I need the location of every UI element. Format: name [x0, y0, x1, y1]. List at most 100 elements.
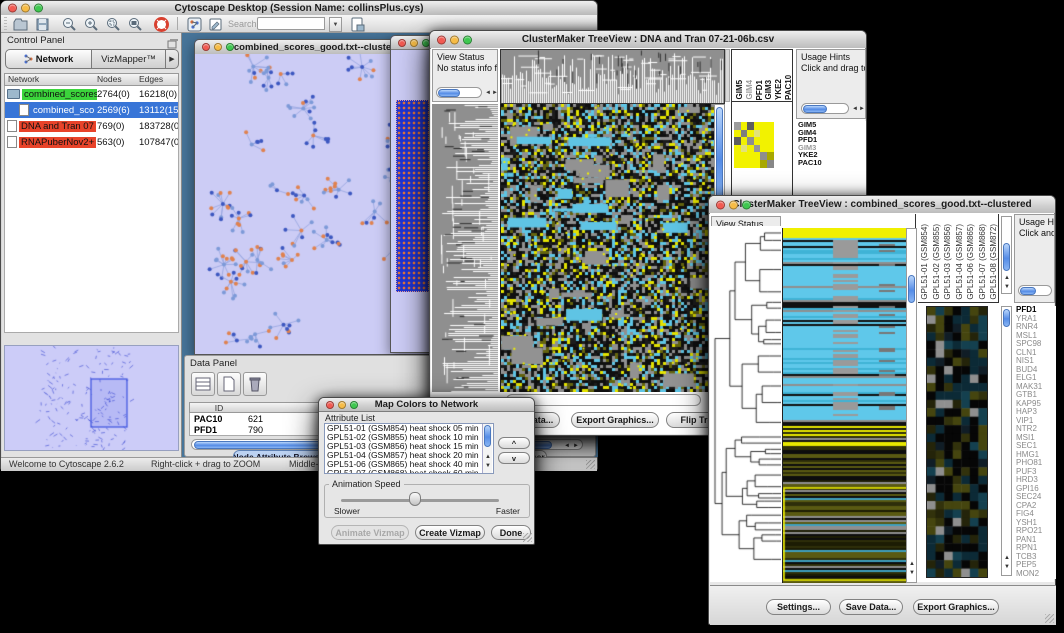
heatmap-cell[interactable] — [760, 145, 767, 153]
gene-label[interactable]: VIP1 — [1016, 417, 1056, 426]
column-label[interactable]: GIM5 — [735, 80, 743, 100]
gene-label[interactable]: RNR4 — [1016, 323, 1056, 332]
list-item[interactable]: GPL51-01 (GSM854) heat shock 05 min — [325, 424, 493, 433]
tv1-export-graphics-button[interactable]: Export Graphics... — [571, 412, 659, 428]
heatmap-cell[interactable] — [741, 145, 748, 153]
resize-grip[interactable] — [586, 460, 595, 469]
network-overview-panel[interactable] — [4, 345, 179, 451]
speed-slider-thumb[interactable] — [409, 492, 421, 506]
gene-label[interactable]: PAN1 — [1016, 536, 1056, 545]
list-item[interactable]: GPL51-07 (GSM868) heat shock 60 min — [325, 469, 493, 474]
usage-hints-scrollbar[interactable] — [801, 103, 849, 114]
tv2-global-vscrollbar[interactable]: ▲ ▼ — [906, 228, 917, 583]
heatmap-cell[interactable] — [747, 160, 754, 168]
scroll-right-icon[interactable]: ► — [492, 90, 498, 96]
column-label[interactable]: GPL51-03 (GSM856) — [943, 224, 952, 300]
gene-label[interactable]: SPC98 — [1016, 340, 1056, 349]
tv2-row-dendrogram[interactable] — [711, 226, 781, 578]
heatmap-cell[interactable] — [760, 130, 767, 138]
gene-label[interactable]: CPA2 — [1016, 502, 1056, 511]
list-item[interactable]: GPL51-02 (GSM855) heat shock 10 min — [325, 433, 493, 442]
zoom-window-icon[interactable] — [350, 401, 358, 409]
heatmap-cell[interactable] — [734, 152, 741, 160]
heatmap-cell[interactable] — [754, 160, 761, 168]
minimize-icon[interactable] — [21, 4, 30, 13]
new-attribute-icon[interactable] — [217, 372, 241, 396]
tv2-title-bar[interactable]: ClusterMaker TreeView : combined_scores_… — [709, 196, 1055, 214]
scroll-up-icon[interactable]: ▲ — [1004, 555, 1010, 561]
zoom-in-icon[interactable] — [83, 16, 100, 33]
heatmap-cell[interactable] — [767, 152, 774, 160]
heatmap-cell[interactable] — [760, 122, 767, 130]
gene-label[interactable]: RPO21 — [1016, 527, 1056, 536]
heatmap-cell[interactable] — [754, 130, 761, 138]
dense-network-block[interactable] — [396, 100, 429, 292]
network-tree-row[interactable]: DNA and Tran 07769(0)183728(0) — [5, 118, 178, 134]
resize-grip[interactable] — [523, 533, 532, 542]
scroll-down-icon[interactable]: ▼ — [909, 570, 915, 576]
usage-hints-scrollbar[interactable] — [1018, 285, 1052, 296]
minimize-icon[interactable] — [214, 43, 222, 51]
column-label[interactable]: PAC10 — [784, 75, 792, 100]
gene-label[interactable]: NTR2 — [1016, 425, 1056, 434]
minimize-icon[interactable] — [450, 35, 459, 44]
close-icon[interactable] — [8, 4, 17, 13]
network-tree-row[interactable]: RNAPuberNov2+563(0)107847(0) — [5, 134, 178, 150]
heatmap-cell[interactable] — [734, 160, 741, 168]
gene-label[interactable]: HMG1 — [1016, 451, 1056, 460]
gene-label[interactable]: SEC24 — [1016, 493, 1056, 502]
gene-label[interactable]: RPN1 — [1016, 544, 1056, 553]
gene-label[interactable]: HRD3 — [1016, 476, 1056, 485]
column-label[interactable]: PFD1 — [755, 80, 763, 100]
gene-label[interactable]: PUF3 — [1016, 468, 1056, 477]
gene-label[interactable]: PEP5 — [1016, 561, 1056, 570]
tv1-title-bar[interactable]: ClusterMaker TreeView : DNA and Tran 07-… — [430, 31, 866, 49]
scroll-left-icon[interactable]: ◄ — [564, 443, 570, 449]
minimize-icon[interactable] — [410, 39, 418, 47]
gene-label[interactable]: CLN1 — [1016, 349, 1056, 358]
move-up-button[interactable]: ^ — [498, 437, 530, 449]
gene-label[interactable]: GTB1 — [1016, 391, 1056, 400]
gene-label[interactable]: MAK31 — [1016, 383, 1056, 392]
heatmap-cell[interactable] — [734, 122, 741, 130]
gene-label[interactable]: TCB3 — [1016, 553, 1056, 562]
list-item[interactable]: GPL51-04 (GSM857) heat shock 20 min — [325, 451, 493, 460]
zoom-selected-icon[interactable] — [105, 16, 122, 33]
tab-overflow-icon[interactable]: ▶ — [166, 49, 179, 69]
gene-label[interactable]: MON2 — [1016, 570, 1056, 579]
heatmap-cell[interactable] — [747, 130, 754, 138]
heatmap-cell[interactable] — [741, 152, 748, 160]
search-dropdown-icon[interactable]: ▼ — [329, 17, 342, 32]
animate-vizmap-button[interactable]: Animate Vizmap — [331, 525, 409, 540]
network-table-header[interactable]: Network Nodes Edges — [4, 73, 179, 86]
move-down-button[interactable]: v — [498, 452, 530, 464]
heatmap-cell[interactable] — [760, 160, 767, 168]
list-item[interactable]: GPL51-06 (GSM865) heat shock 40 min — [325, 460, 493, 469]
gene-label[interactable]: ELG1 — [1016, 374, 1056, 383]
heatmap-cell[interactable] — [754, 152, 761, 160]
network-tree-row[interactable]: combined_sco2569(6)13112(15) — [5, 102, 178, 118]
zoom-window-icon[interactable] — [742, 200, 751, 209]
heatmap-cell[interactable] — [741, 130, 748, 138]
heatmap-cell[interactable] — [747, 137, 754, 145]
zoom-row-label[interactable]: PAC10 — [798, 159, 866, 167]
heatmap-cell[interactable] — [741, 122, 748, 130]
window-controls[interactable] — [398, 39, 430, 47]
help-icon[interactable] — [153, 16, 170, 33]
heatmap-cell[interactable] — [754, 122, 761, 130]
gene-label[interactable]: MSL1 — [1016, 332, 1056, 341]
tv1-mini-vscrollbar[interactable] — [725, 49, 730, 102]
column-label[interactable]: GIM3 — [764, 80, 772, 100]
tv2-zoom-heatmap[interactable] — [926, 306, 988, 578]
zoom-window-icon[interactable] — [226, 43, 234, 51]
gene-label[interactable]: PFD1 — [1016, 306, 1056, 315]
main-title-bar[interactable]: Cytoscape Desktop (Session Name: collins… — [1, 1, 597, 16]
minimize-icon[interactable] — [338, 401, 346, 409]
column-label[interactable]: GPL51-07 (GSM868) — [978, 224, 987, 300]
heatmap-cell[interactable] — [741, 137, 748, 145]
close-icon[interactable] — [437, 35, 446, 44]
window-controls[interactable] — [326, 401, 358, 409]
gene-label[interactable]: GPI16 — [1016, 485, 1056, 494]
tv2-export-graphics-button[interactable]: Export Graphics... — [913, 599, 999, 615]
scroll-left-icon[interactable]: ◄ — [852, 106, 858, 112]
